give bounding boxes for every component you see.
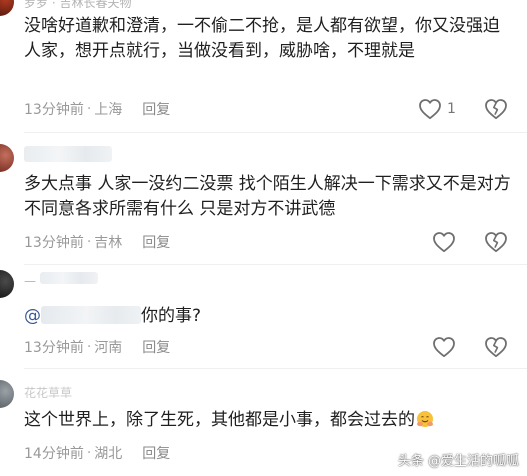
comment-time: 13分钟前 (24, 102, 84, 118)
reply-button[interactable]: 回复 (142, 99, 170, 119)
meta-separator: · (86, 234, 92, 250)
comment-location: 河南 (94, 340, 123, 356)
avatar[interactable] (0, 0, 14, 16)
broken-heart-icon (484, 98, 508, 120)
meta-separator: · (86, 101, 92, 117)
divider (24, 368, 527, 369)
reply-button[interactable]: 回复 (142, 232, 170, 252)
comment-location: 上海 (94, 102, 123, 118)
dislike-button[interactable] (484, 336, 508, 358)
watermark: 头条 @爱生活的呱呱 (397, 454, 519, 469)
avatar[interactable] (0, 270, 14, 298)
comment-text: 没啥好道歉和澄清，一不偷二不抢，是人都有欲望，你又没强迫人家，想开点就行，当做没… (24, 16, 500, 61)
divider (24, 264, 527, 265)
dislike-button[interactable] (484, 98, 508, 120)
comment-username[interactable]: 罗罗 · 吉林长春夫物 (24, 0, 131, 8)
comment-time: 14分钟前 (24, 446, 84, 462)
meta-separator: · (86, 339, 92, 355)
comment-location: 吉林 (94, 235, 123, 251)
comment-location: 湖北 (94, 446, 123, 462)
broken-heart-icon (484, 336, 508, 358)
comment-meta: 13分钟前 · 吉林 回复 (24, 232, 170, 252)
comment-text: @ 你的事? (24, 304, 514, 329)
like-count: 1 (447, 101, 456, 117)
reply-button[interactable]: 回复 (142, 337, 170, 357)
meta-separator: · (86, 445, 92, 461)
comment-meta: 13分钟前 · 上海 回复 (24, 99, 170, 119)
divider (24, 132, 527, 133)
broken-heart-icon (484, 231, 508, 253)
comment-username[interactable] (24, 146, 112, 162)
hugging-face-emoji (416, 410, 434, 428)
avatar[interactable] (0, 144, 14, 172)
comment-username[interactable]: — (24, 274, 36, 288)
comment-time: 13分钟前 (24, 340, 84, 356)
comment-time: 13分钟前 (24, 235, 84, 251)
heart-outline-icon (432, 231, 456, 253)
reply-button[interactable]: 回复 (142, 443, 170, 463)
username-blur (40, 272, 98, 284)
comment-meta: 13分钟前 · 河南 回复 (24, 337, 170, 357)
comment-text-content: 这个世界上，除了生死，其他都是小事，都会过去的 (24, 410, 415, 430)
comment-username[interactable]: 花花草草 (24, 384, 72, 398)
comment-text: 这个世界上，除了生死，其他都是小事，都会过去的 (24, 408, 514, 433)
mention-prefix[interactable]: @ (24, 306, 41, 326)
avatar[interactable] (0, 380, 14, 408)
heart-outline-icon (432, 336, 456, 358)
dislike-button[interactable] (484, 231, 508, 253)
like-button[interactable] (432, 231, 456, 253)
mention-blur[interactable] (41, 306, 141, 324)
comment-text: 多大点事 人家一没约二没票 找个陌生人解决一下需求又不是对方不同意各求所需有什么… (24, 174, 511, 219)
comment-meta: 14分钟前 · 湖北 回复 (24, 443, 170, 463)
like-button[interactable]: 1 (418, 98, 456, 120)
heart-outline-icon (418, 98, 442, 120)
comment-text-content: 你的事? (141, 306, 202, 326)
like-button[interactable] (432, 336, 456, 358)
